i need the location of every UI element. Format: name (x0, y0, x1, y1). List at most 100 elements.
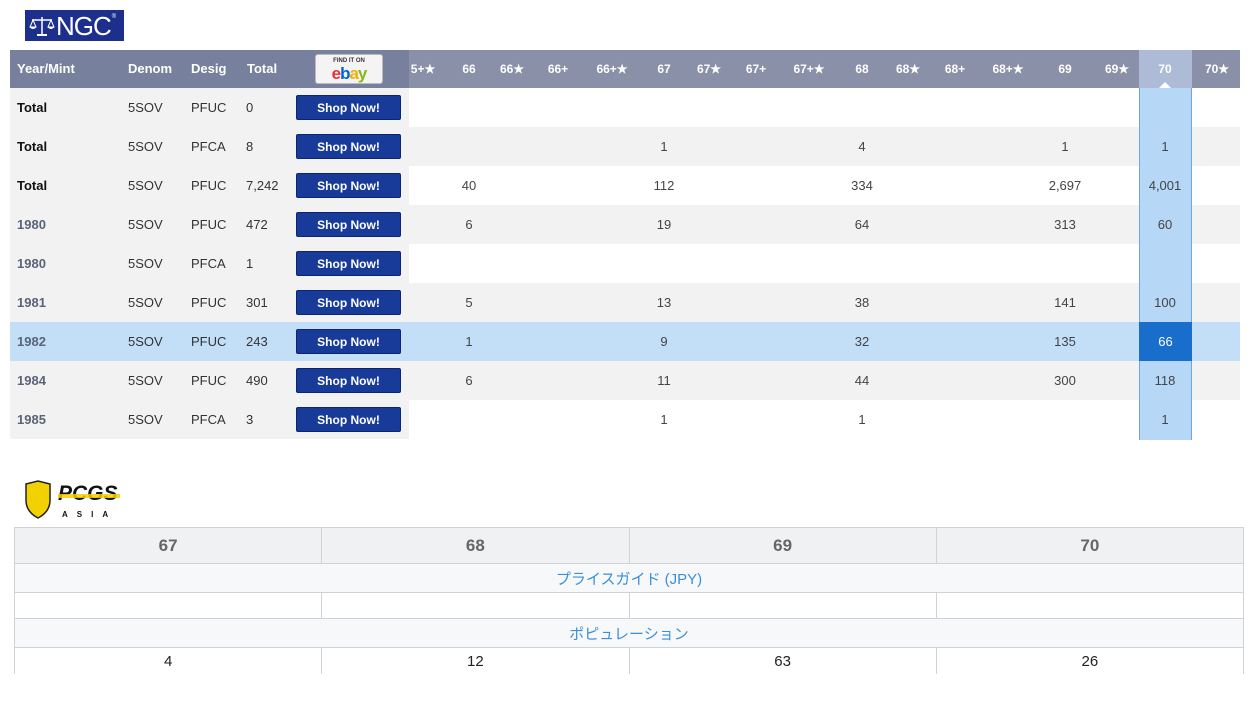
grade-count-69[interactable]: 2,697 (1035, 166, 1095, 205)
scales-icon (29, 16, 55, 36)
row-year[interactable]: 1985 (17, 400, 46, 439)
grade-count-67[interactable] (634, 88, 694, 127)
table-row: 1980 5SOV PFUC 472 Shop Now! (10, 205, 409, 244)
row-desig: PFUC (191, 295, 227, 310)
grade-count-69[interactable] (1035, 244, 1095, 283)
pcgs-grade-67: 67 (13, 527, 323, 564)
row-desig: PFUC (191, 100, 227, 115)
grade-count-66[interactable]: 40 (439, 166, 499, 205)
grade-count-69[interactable] (1035, 400, 1095, 439)
row-desig: PFCA (191, 412, 226, 427)
table-row-grades: 1 9 32 135 66 (409, 322, 1240, 361)
row-year[interactable]: 1980 (17, 205, 46, 244)
shop-now-button[interactable]: Shop Now! (296, 407, 401, 432)
grade-count-70[interactable] (1135, 88, 1195, 127)
grade-count-70[interactable]: 1 (1135, 127, 1195, 166)
row-year[interactable]: 1982 (17, 322, 46, 361)
grade-count-66[interactable] (439, 127, 499, 166)
ngc-grade-columns[interactable]: 5+★ 66 66★ 66+ 66+★ 67 67★ 67+ 67+★ 68 68★ 68+ 68+★ 6… (409, 50, 1240, 440)
grade-count-69[interactable]: 135 (1035, 322, 1095, 361)
pcgs-grade-70: 70 (935, 527, 1245, 564)
grade-count-70[interactable]: 100 (1135, 283, 1195, 322)
grade-count-67[interactable]: 19 (634, 205, 694, 244)
pcgs-pop-67: 4 (13, 647, 323, 674)
shop-now-button[interactable]: Shop Now! (296, 368, 401, 393)
grade-count-66[interactable] (439, 400, 499, 439)
selected-grade-cell[interactable]: 66 (1139, 322, 1192, 361)
table-row: Total 5SOV PFUC 7,242 Shop Now! (10, 166, 409, 205)
row-denom: 5SOV (128, 139, 163, 154)
grade-count-70[interactable]: 118 (1135, 361, 1195, 400)
grade-count-67[interactable] (634, 244, 694, 283)
grade-count-69[interactable]: 300 (1035, 361, 1095, 400)
grade-count-67[interactable]: 13 (634, 283, 694, 322)
grade-count-66[interactable] (439, 88, 499, 127)
ebay-badge[interactable]: FIND IT ON ebay (315, 54, 383, 84)
table-row: 1981 5SOV PFUC 301 Shop Now! (10, 283, 409, 322)
grade-count-67[interactable]: 1 (634, 127, 694, 166)
grade-count-67[interactable]: 11 (634, 361, 694, 400)
pcgs-population-label: ポピュレーション (14, 618, 1244, 648)
pcgs-price-guide-row: プライスガイド (JPY) (14, 563, 1244, 593)
row-year: Total (17, 178, 48, 193)
pcgs-asia-logo[interactable]: PCGS ASIA (24, 480, 124, 520)
grade-count-70[interactable] (1135, 244, 1195, 283)
ebay-logo: ebay (331, 64, 368, 83)
row-denom: 5SOV (128, 178, 163, 193)
pcgs-price-69 (628, 592, 937, 619)
grade-count-70[interactable]: 4,001 (1135, 166, 1195, 205)
row-denom: 5SOV (128, 412, 163, 427)
row-year[interactable]: 1981 (17, 283, 46, 322)
pcgs-population-label-row: ポピュレーション (14, 618, 1244, 648)
row-total: 243 (246, 334, 268, 349)
header-total[interactable]: Total (247, 50, 277, 88)
table-row: 1985 5SOV PFCA 3 Shop Now! (10, 400, 409, 439)
grade-count-69[interactable]: 141 (1035, 283, 1095, 322)
row-year[interactable]: 1980 (17, 244, 46, 283)
row-total: 490 (246, 373, 268, 388)
grade-count-70[interactable]: 60 (1135, 205, 1195, 244)
grade-count-70[interactable]: 1 (1135, 400, 1195, 439)
table-row-grades: 6 11 44 300 118 (409, 361, 1240, 400)
grade-count-66[interactable]: 6 (439, 205, 499, 244)
table-row-grades: 6 19 64 313 60 (409, 205, 1240, 244)
header-desig[interactable]: Desig (191, 50, 226, 88)
ngc-logo[interactable]: NGC ® (25, 10, 124, 41)
row-desig: PFUC (191, 373, 227, 388)
grade-count-69[interactable]: 313 (1035, 205, 1095, 244)
shop-now-button[interactable]: Shop Now! (296, 134, 401, 159)
grade-count-69[interactable]: 1 (1035, 127, 1095, 166)
pcgs-population-table: 67 68 69 70 プライスガイド (JPY) ポピュレーション 4 12 … (13, 527, 1245, 674)
shop-now-button[interactable]: Shop Now! (296, 173, 401, 198)
table-row-grades: 40 112 334 2,697 4,001 (409, 166, 1240, 205)
grade-count-66[interactable]: 1 (439, 322, 499, 361)
grade-count-67[interactable]: 112 (634, 166, 694, 205)
grade-count-67[interactable]: 1 (634, 400, 694, 439)
grade-count-66[interactable]: 6 (439, 361, 499, 400)
header-year-mint[interactable]: Year/Mint (17, 50, 75, 88)
header-denom[interactable]: Denom (128, 50, 172, 88)
grade-count-68[interactable] (832, 244, 892, 283)
shop-now-button[interactable]: Shop Now! (296, 251, 401, 276)
grade-count-68[interactable]: 38 (832, 283, 892, 322)
grade-count-68[interactable]: 1 (832, 400, 892, 439)
grade-count-68[interactable] (832, 88, 892, 127)
shop-now-button[interactable]: Shop Now! (296, 290, 401, 315)
grade-count-69[interactable] (1035, 88, 1095, 127)
pcgs-logo-sub: ASIA (62, 510, 117, 519)
ngc-header-left: Year/Mint Denom Desig Total FIND IT ON e… (10, 50, 409, 88)
shop-now-button[interactable]: Shop Now! (296, 212, 401, 237)
grade-count-68[interactable]: 32 (832, 322, 892, 361)
grade-count-68[interactable]: 4 (832, 127, 892, 166)
grade-count-67[interactable]: 9 (634, 322, 694, 361)
grade-count-68[interactable]: 64 (832, 205, 892, 244)
grade-count-68[interactable]: 334 (832, 166, 892, 205)
grade-count-66[interactable] (439, 244, 499, 283)
ngc-left-columns: Year/Mint Denom Desig Total FIND IT ON e… (10, 50, 409, 439)
row-year[interactable]: 1984 (17, 361, 46, 400)
row-total: 0 (246, 100, 254, 115)
shop-now-button[interactable]: Shop Now! (296, 95, 401, 120)
shop-now-button[interactable]: Shop Now! (296, 329, 401, 354)
grade-count-68[interactable]: 44 (832, 361, 892, 400)
grade-count-66[interactable]: 5 (439, 283, 499, 322)
